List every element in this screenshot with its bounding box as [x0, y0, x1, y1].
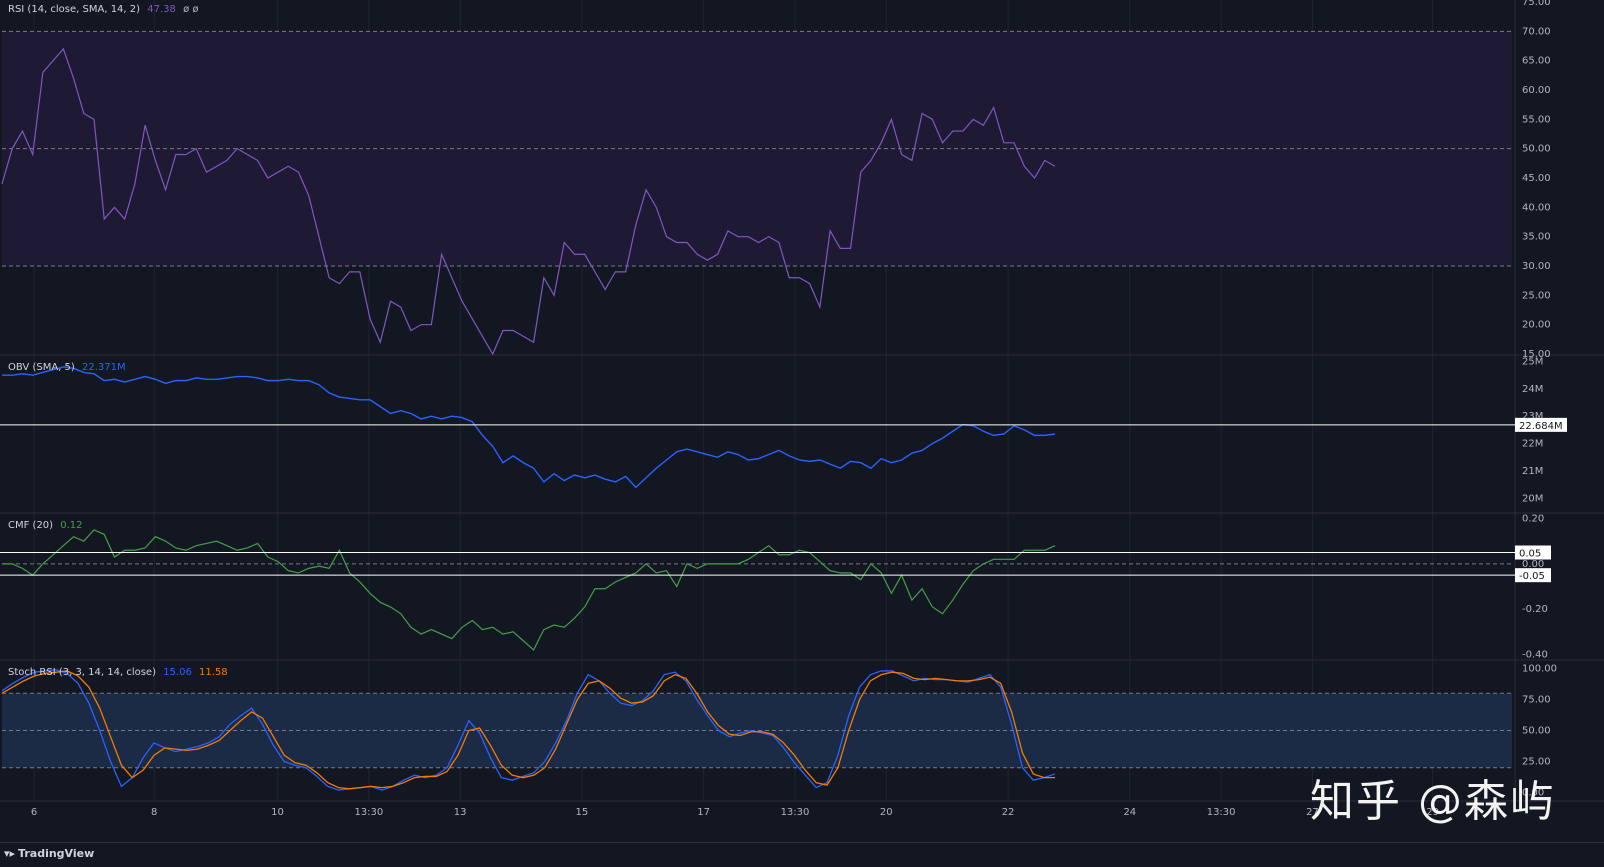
stoch-tick-label: 75.00 [1522, 694, 1551, 705]
time-axis-label: 13 [454, 807, 467, 818]
rsi-legend: RSI (14, close, SMA, 14, 2) 47.38 ø ø [8, 4, 198, 15]
rsi-tick-label: 35.00 [1522, 232, 1551, 243]
rsi-tick-label: 70.00 [1522, 26, 1551, 37]
obv-legend-name: OBV (SMA, 5) [8, 362, 75, 373]
time-axis-label: 13:30 [354, 807, 383, 818]
cmf-marker-label: -0.05 [1519, 571, 1545, 582]
time-axis-label: 20 [880, 807, 893, 818]
cmf-legend-value: 0.12 [60, 520, 83, 531]
time-axis-label: 24 [1123, 807, 1136, 818]
cmf-tick-label: -0.20 [1522, 604, 1548, 615]
time-axis-label: 10 [271, 807, 284, 818]
obv-tick-label: 22M [1522, 439, 1543, 450]
time-axis-label: 13:30 [1207, 807, 1236, 818]
obv-tick-label: 21M [1522, 466, 1543, 477]
stoch-legend: Stoch RSI (3, 3, 14, 14, close) 15.06 11… [8, 667, 228, 678]
tradingview-icon: ▾▸ [4, 847, 16, 860]
stoch-tick-label: 50.00 [1522, 726, 1551, 737]
obv-tick-label: 24M [1522, 384, 1543, 395]
rsi-tick-label: 40.00 [1522, 202, 1551, 213]
rsi-tick-label: 30.00 [1522, 261, 1551, 272]
rsi-tick-label: 60.00 [1522, 85, 1551, 96]
stoch-legend-name: Stoch RSI (3, 3, 14, 14, close) [8, 667, 156, 678]
footer: ▾▸ TradingView [0, 842, 1604, 867]
time-axis-label: 6 [31, 807, 37, 818]
rsi-tick-label: 65.00 [1522, 56, 1551, 67]
stoch-legend-k: 15.06 [163, 667, 192, 678]
time-axis-label: 8 [151, 807, 157, 818]
obv-legend-value: 22.371M [81, 362, 126, 373]
rsi-tick-label: 25.00 [1522, 290, 1551, 301]
rsi-legend-name: RSI (14, close, SMA, 14, 2) [8, 4, 141, 15]
chart-area[interactable]: 75.00 70.00 65.00 60.00 55.00 50.00 45.00 40.00… [0, 0, 1604, 842]
watermark: 知乎 @森屿 [1310, 776, 1556, 827]
cmf-tick-label: 0.20 [1522, 514, 1544, 525]
time-axis-label: 17 [697, 807, 710, 818]
rsi-tick-label: 50.00 [1522, 144, 1551, 155]
cmf-marker-label: 0.05 [1519, 549, 1541, 560]
obv-tick-label: 20M [1522, 493, 1543, 504]
rsi-tick-label: 55.00 [1522, 114, 1551, 125]
stoch-legend-d: 11.58 [199, 667, 228, 678]
rsi-tick-label: 20.00 [1522, 320, 1551, 331]
time-axis-label: 15 [576, 807, 589, 818]
time-axis-label: 13:30 [781, 807, 810, 818]
rsi-legend-value: 47.38 [147, 4, 176, 15]
time-axis-label: 22 [1002, 807, 1015, 818]
cmf-tick-label: -0.40 [1522, 649, 1548, 660]
obv-legend: OBV (SMA, 5) 22.371M [8, 362, 126, 373]
cmf-legend: CMF (20) 0.12 [8, 520, 83, 531]
rsi-tick-label: 75.00 [1522, 0, 1551, 8]
rsi-legend-extra: ø ø [183, 4, 199, 15]
cmf-legend-name: CMF (20) [8, 520, 54, 531]
obv-marker-label: 22.684M [1519, 421, 1563, 432]
rsi-tick-label: 45.00 [1522, 173, 1551, 184]
stoch-tick-label: 100.00 [1522, 663, 1557, 674]
obv-tick-label: 25M [1522, 356, 1543, 367]
tradingview-logo[interactable]: ▾▸ TradingView [4, 847, 94, 860]
